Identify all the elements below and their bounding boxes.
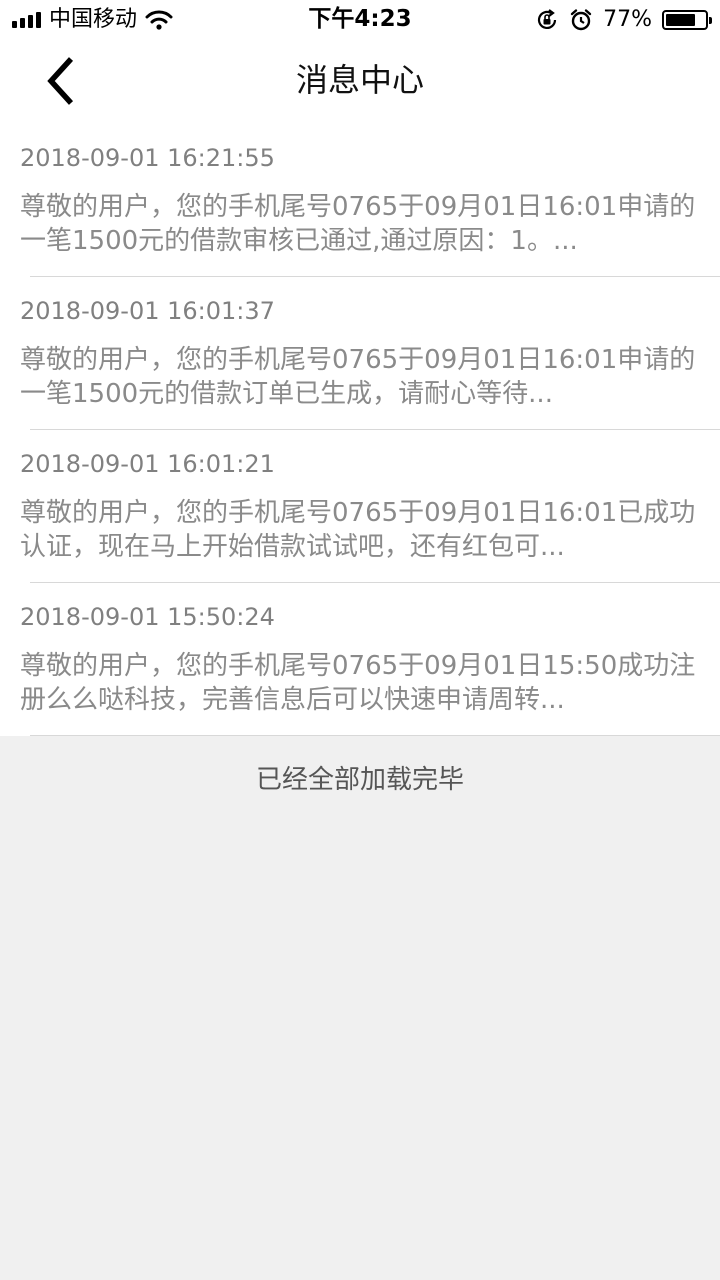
status-right: 77% [535, 6, 712, 34]
battery-level-fill [666, 14, 696, 26]
message-timestamp: 2018-09-01 15:50:24 [20, 603, 275, 631]
battery-percent: 77% [603, 7, 652, 32]
orientation-lock-icon [538, 9, 557, 29]
message-timestamp: 2018-09-01 16:01:37 [20, 297, 275, 325]
message-content: 尊敬的用户，您的手机尾号0765于09月01日16:01申请的一笔1500元的借… [20, 345, 696, 409]
message-content: 尊敬的用户，您的手机尾号0765于09月01日15:50成功注册么么哒科技，完善… [20, 651, 696, 715]
status-bar: 中国移动 下午4:23 77% [0, 0, 720, 40]
battery-icon [662, 10, 712, 30]
message-content: 尊敬的用户，您的手机尾号0765于09月01日16:01已成功认证，现在马上开始… [20, 498, 696, 562]
page-title: 消息中心 [295, 61, 424, 99]
message-timestamp: 2018-09-01 16:01:21 [20, 450, 275, 478]
message-item[interactable]: 2018-09-01 15:50:24 尊敬的用户，您的手机尾号0765于09月… [0, 583, 720, 736]
message-content: 尊敬的用户，您的手机尾号0765于09月01日16:01申请的一笔1500元的借… [20, 192, 696, 256]
message-item[interactable]: 2018-09-01 16:21:55 尊敬的用户，您的手机尾号0765于09月… [0, 124, 720, 277]
navigation-bar: 消息中心 [0, 40, 720, 124]
app-screen: 中国移动 下午4:23 77% 消息中心 2018-09-01 16:21:55… [0, 0, 720, 1280]
message-timestamp: 2018-09-01 16:21:55 [20, 144, 275, 172]
alarm-icon [570, 9, 592, 31]
message-item[interactable]: 2018-09-01 16:01:21 尊敬的用户，您的手机尾号0765于09月… [0, 430, 720, 583]
message-item[interactable]: 2018-09-01 16:01:37 尊敬的用户，您的手机尾号0765于09月… [0, 277, 720, 430]
message-list: 2018-09-01 16:21:55 尊敬的用户，您的手机尾号0765于09月… [0, 124, 720, 736]
load-complete-text: 已经全部加载完毕 [255, 765, 464, 795]
